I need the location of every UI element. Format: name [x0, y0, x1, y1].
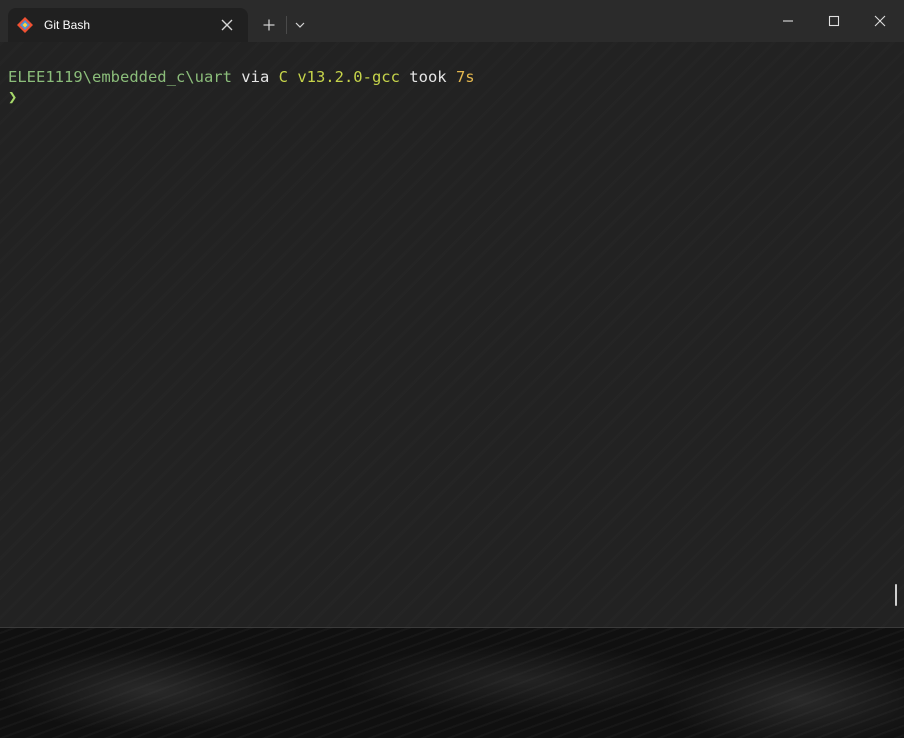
git-bash-icon: [17, 17, 33, 33]
close-window-icon[interactable]: [865, 8, 895, 34]
language-symbol: C: [278, 68, 288, 86]
minimize-icon[interactable]: [773, 8, 803, 34]
tab-divider: [286, 16, 287, 34]
close-tab-icon[interactable]: [218, 16, 236, 34]
terminal-window: Git Bash ELEE1119\embedded_c\uart via C …: [0, 0, 904, 628]
tab-title: Git Bash: [44, 18, 91, 32]
plus-icon[interactable]: [258, 14, 280, 36]
took-label: took: [399, 68, 456, 86]
prompt-char: ❯: [8, 88, 18, 106]
maximize-icon[interactable]: [819, 8, 849, 34]
prompt-line[interactable]: ❯: [8, 87, 17, 107]
via-label: via: [231, 68, 279, 86]
terminal-output[interactable]: ELEE1119\embedded_c\uart via C v13.2.0-g…: [0, 42, 904, 627]
command-duration: 7s: [455, 68, 475, 86]
scrollbar-thumb[interactable]: [895, 584, 897, 606]
prompt-info-line: ELEE1119\embedded_c\uart via C v13.2.0-g…: [8, 67, 475, 87]
compiler-version: v13.2.0-gcc: [287, 68, 400, 86]
title-bar[interactable]: Git Bash: [0, 0, 904, 42]
tab-git-bash[interactable]: Git Bash: [8, 8, 248, 42]
chevron-down-icon[interactable]: [290, 14, 310, 36]
cwd-path: ELEE1119\embedded_c\uart: [8, 68, 232, 86]
